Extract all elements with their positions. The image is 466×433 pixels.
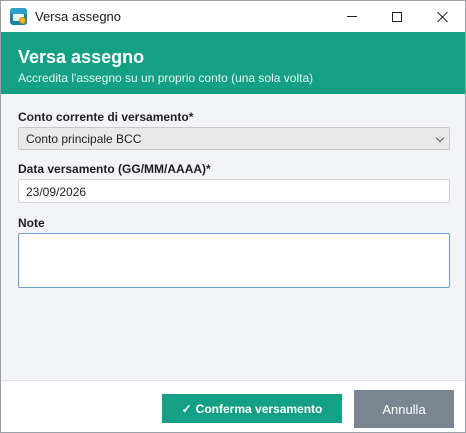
note-label: Note — [18, 216, 45, 230]
cheque-app-icon — [10, 8, 27, 25]
cancel-label: Annulla — [382, 401, 426, 417]
account-select[interactable]: Conto principale BCC — [18, 127, 450, 150]
chevron-down-icon — [435, 133, 445, 143]
maximize-button[interactable] — [374, 1, 420, 32]
title-bar: Versa assegno — [1, 1, 465, 32]
account-label: Conto corrente di versamento* — [18, 110, 194, 124]
close-button[interactable] — [420, 1, 465, 32]
maximize-icon — [392, 11, 402, 22]
note-textarea[interactable] — [18, 233, 450, 288]
page-title: Versa assegno — [18, 47, 145, 67]
close-icon — [437, 11, 449, 23]
dialog-footer: ✓ Conferma versamento Annulla — [1, 380, 465, 432]
date-label: Data versamento (GG/MM/AAAA)* — [18, 162, 211, 176]
minimize-icon — [347, 16, 357, 17]
cancel-button[interactable]: Annulla — [354, 390, 454, 428]
minimize-button[interactable] — [329, 1, 375, 32]
page-subtitle: Accredita l'assegno su un proprio conto … — [18, 71, 314, 85]
date-input[interactable]: 23/09/2026 — [18, 179, 450, 203]
checkmark-icon: ✓ — [181, 401, 192, 416]
confirm-deposit-label: Conferma versamento — [195, 401, 323, 416]
dialog-window: Versa assegno Versa assegno Accredita l'… — [0, 0, 466, 433]
window-title: Versa assegno — [35, 9, 122, 24]
dialog-header: Versa assegno Accredita l'assegno su un … — [1, 32, 465, 94]
confirm-deposit-button[interactable]: ✓ Conferma versamento — [162, 394, 342, 423]
account-selected-value: Conto principale BCC — [26, 132, 142, 146]
